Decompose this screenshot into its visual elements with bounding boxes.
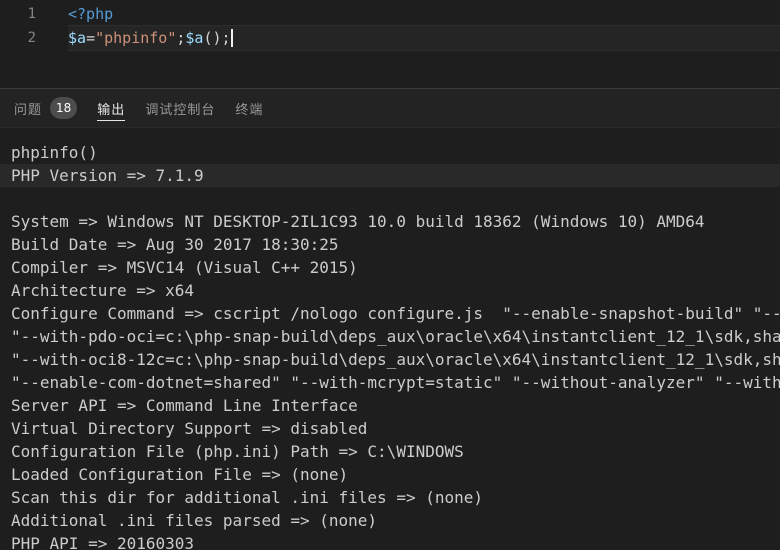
tab-problems-label: 问题 (14, 99, 42, 118)
output-line (0, 187, 780, 210)
output-line: Loaded Configuration File => (none) (0, 463, 780, 486)
output-line: Configuration File (php.ini) Path => C:\… (0, 440, 780, 463)
text-cursor (231, 29, 233, 47)
problems-count-badge: 18 (50, 97, 77, 119)
panel-tab-bar: 问题 18 输出 调试控制台 终端 (0, 88, 780, 128)
output-line: Virtual Directory Support => disabled (0, 417, 780, 440)
tab-terminal-label: 终端 (235, 99, 263, 118)
output-line: "--with-pdo-oci=c:\php-snap-build\deps_a… (0, 325, 780, 348)
output-line: PHP API => 20160303 (0, 532, 780, 550)
output-panel[interactable]: phpinfo()PHP Version => 7.1.9 System => W… (0, 128, 780, 550)
output-line: "--with-oci8-12c=c:\php-snap-build\deps_… (0, 348, 780, 371)
code-line: 2$a="phpinfo";$a(); (0, 26, 780, 50)
tab-terminal[interactable]: 终端 (225, 89, 273, 127)
tab-problems[interactable]: 问题 18 (4, 89, 87, 127)
output-line: Compiler => MSVC14 (Visual C++ 2015) (0, 256, 780, 279)
vscode-window: 1<?php2$a="phpinfo";$a(); 问题 18 输出 调试控制台… (0, 0, 780, 550)
tab-output-label: 输出 (97, 99, 125, 118)
output-line: phpinfo() (0, 141, 780, 164)
line-number: 1 (0, 2, 36, 26)
output-line: PHP Version => 7.1.9 (0, 164, 780, 187)
line-number: 2 (0, 26, 36, 50)
output-line: Additional .ini files parsed => (none) (0, 509, 780, 532)
tab-debug-console[interactable]: 调试控制台 (135, 89, 225, 127)
tab-output[interactable]: 输出 (87, 89, 135, 127)
output-line: "--enable-com-dotnet=shared" "--with-mcr… (0, 371, 780, 394)
output-line: System => Windows NT DESKTOP-2IL1C93 10.… (0, 210, 780, 233)
output-line: Architecture => x64 (0, 279, 780, 302)
output-line: Configure Command => cscript /nologo con… (0, 302, 780, 325)
output-line: Server API => Command Line Interface (0, 394, 780, 417)
output-line: Build Date => Aug 30 2017 18:30:25 (0, 233, 780, 256)
output-line: Scan this dir for additional .ini files … (0, 486, 780, 509)
code-editor[interactable]: 1<?php2$a="phpinfo";$a(); (0, 0, 780, 88)
tab-debug-console-label: 调试控制台 (145, 99, 215, 118)
code-line: 1<?php (0, 2, 780, 26)
